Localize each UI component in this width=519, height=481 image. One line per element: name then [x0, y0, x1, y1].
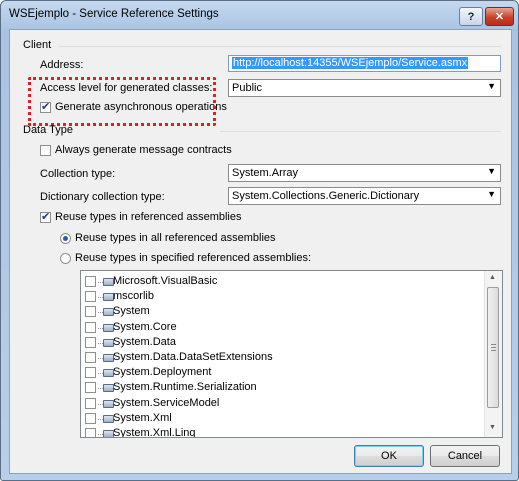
reuse-specified-label: Reuse types in specified referenced asse… — [75, 252, 312, 264]
assembly-checkbox[interactable] — [85, 382, 96, 394]
assemblies-scrollbar[interactable]: ▲ ▼ — [484, 271, 502, 437]
assembly-name: System.Runtime.Serialization — [113, 381, 257, 394]
reuse-types-label: Reuse types in referenced assemblies — [55, 211, 242, 223]
assembly-name: System.Xml.Linq — [113, 427, 196, 438]
assembly-checkbox[interactable] — [85, 428, 96, 437]
reuse-types-checkbox[interactable] — [40, 210, 51, 223]
assembly-name: System.Data — [113, 335, 176, 348]
scroll-thumb[interactable] — [487, 287, 499, 408]
assembly-checkbox[interactable] — [85, 336, 96, 348]
cancel-button[interactable]: Cancel — [430, 445, 500, 467]
address-field[interactable]: http://localhost:14355/WSEjemplo/Service… — [228, 55, 501, 72]
collection-type-label: Collection type: — [40, 168, 116, 180]
window-title: WSEjemplo - Service Reference Settings — [9, 8, 219, 20]
assembly-name: System.Data.DataSetExtensions — [113, 351, 273, 363]
chevron-down-icon: ▼ — [487, 166, 496, 176]
assembly-checkbox[interactable] — [85, 397, 96, 409]
dialog-window: WSEjemplo - Service Reference Settings ?… — [0, 0, 519, 481]
help-button[interactable]: ? — [459, 7, 483, 26]
access-level-select[interactable]: Public ▼ — [228, 79, 501, 97]
data-type-section-label: Data Type — [23, 124, 73, 136]
assembly-name: System.Xml — [113, 411, 172, 424]
client-section-divider — [58, 46, 501, 47]
collection-type-value: System.Array — [232, 167, 299, 179]
grip-line — [491, 347, 496, 348]
assembly-name: System — [113, 305, 150, 318]
grip-line — [491, 350, 496, 351]
address-label: Address: — [40, 59, 84, 71]
dialog-body: Client Address: http://localhost:14355/W… — [9, 29, 512, 474]
assembly-name: System.ServiceModel — [113, 396, 220, 409]
ok-button[interactable]: OK — [354, 445, 424, 467]
always-generate-checkbox[interactable] — [40, 145, 51, 156]
scroll-down-icon[interactable]: ▼ — [489, 424, 496, 431]
highlight-annotation — [28, 77, 216, 126]
chevron-down-icon: ▼ — [487, 189, 496, 199]
data-type-section-divider — [220, 131, 501, 132]
assembly-name: System.Core — [113, 320, 177, 333]
assemblies-list[interactable]: Microsoft.VisualBasic mscorlib System Syste… — [80, 270, 503, 438]
address-value: http://localhost:14355/WSEjemplo/Service… — [232, 57, 469, 69]
assembly-checkbox[interactable] — [85, 276, 96, 287]
collection-type-select[interactable]: System.Array ▼ — [228, 164, 501, 182]
assembly-checkbox[interactable] — [85, 412, 96, 424]
grip-line — [491, 344, 496, 345]
dictionary-type-value: System.Collections.Generic.Dictionary — [232, 190, 420, 202]
assembly-checkbox[interactable] — [85, 291, 96, 303]
assembly-name: mscorlib — [113, 290, 154, 303]
assembly-name: Microsoft.VisualBasic — [113, 275, 218, 287]
assembly-checkbox[interactable] — [85, 306, 96, 318]
assembly-name: System.Deployment — [113, 366, 212, 379]
reuse-all-radio[interactable] — [60, 233, 71, 244]
assembly-checkbox[interactable] — [85, 367, 96, 379]
access-level-value: Public — [232, 82, 262, 94]
client-section-label: Client — [23, 39, 52, 51]
help-icon: ? — [467, 10, 475, 23]
reuse-specified-radio[interactable] — [60, 253, 71, 264]
always-generate-label: Always generate message contracts — [55, 144, 232, 156]
dictionary-type-label: Dictionary collection type: — [40, 191, 165, 203]
chevron-down-icon: ▼ — [487, 81, 496, 91]
dictionary-type-select[interactable]: System.Collections.Generic.Dictionary ▼ — [228, 187, 501, 205]
close-icon: ✕ — [494, 11, 505, 23]
close-button[interactable]: ✕ — [485, 7, 514, 26]
scroll-up-icon[interactable]: ▲ — [489, 274, 496, 281]
reuse-all-label: Reuse types in all referenced assemblies — [75, 232, 276, 244]
assembly-checkbox[interactable] — [85, 321, 96, 333]
assembly-checkbox[interactable] — [85, 352, 96, 363]
title-bar[interactable]: WSEjemplo - Service Reference Settings ?… — [1, 1, 518, 29]
